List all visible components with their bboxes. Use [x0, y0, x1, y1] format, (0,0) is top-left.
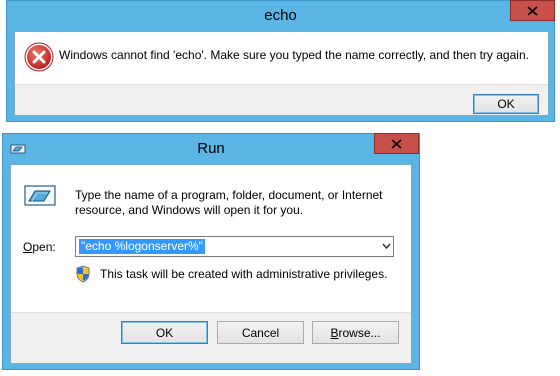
echo-titlebar[interactable]: echo — [7, 0, 555, 31]
run-client-area: Type the name of a program, folder, docu… — [10, 164, 412, 364]
echo-close-button[interactable] — [510, 0, 555, 21]
run-title: Run — [197, 140, 225, 157]
echo-title: echo — [264, 7, 297, 24]
echo-error-message: Windows cannot find 'echo'. Make sure yo… — [59, 48, 529, 62]
chevron-down-icon[interactable] — [382, 242, 391, 250]
echo-button-bar — [15, 84, 548, 115]
echo-client-area: Windows cannot find 'echo'. Make sure yo… — [14, 31, 549, 116]
close-icon — [391, 138, 402, 149]
run-description: Type the name of a program, folder, docu… — [75, 188, 383, 217]
browse-accel: B — [330, 325, 339, 340]
run-cancel-button[interactable]: Cancel — [217, 321, 304, 344]
run-close-button[interactable] — [374, 133, 419, 154]
echo-ok-button[interactable]: OK — [473, 94, 539, 114]
run-ok-button[interactable]: OK — [121, 321, 208, 344]
open-input[interactable]: "echo %logonserver%" — [79, 239, 205, 254]
browse-label-text: rowse... — [338, 325, 381, 340]
open-label-accel: O — [23, 240, 33, 254]
admin-privileges-note: This task will be created with administr… — [100, 267, 388, 281]
run-titlebar[interactable]: Run — [3, 133, 419, 164]
run-browse-button[interactable]: Browse... — [312, 321, 399, 344]
close-icon — [527, 5, 538, 16]
open-label-text: pen: — [32, 240, 56, 254]
error-icon — [24, 42, 54, 75]
open-label: Open: — [23, 240, 56, 254]
run-dialog: Run Type the name of a program, folder, … — [2, 133, 420, 370]
open-combobox[interactable]: "echo %logonserver%" — [75, 236, 394, 257]
run-app-icon — [24, 184, 56, 211]
echo-error-dialog: echo Windows cannot find 'echo'. Make su — [6, 0, 555, 122]
uac-shield-icon — [75, 265, 91, 286]
